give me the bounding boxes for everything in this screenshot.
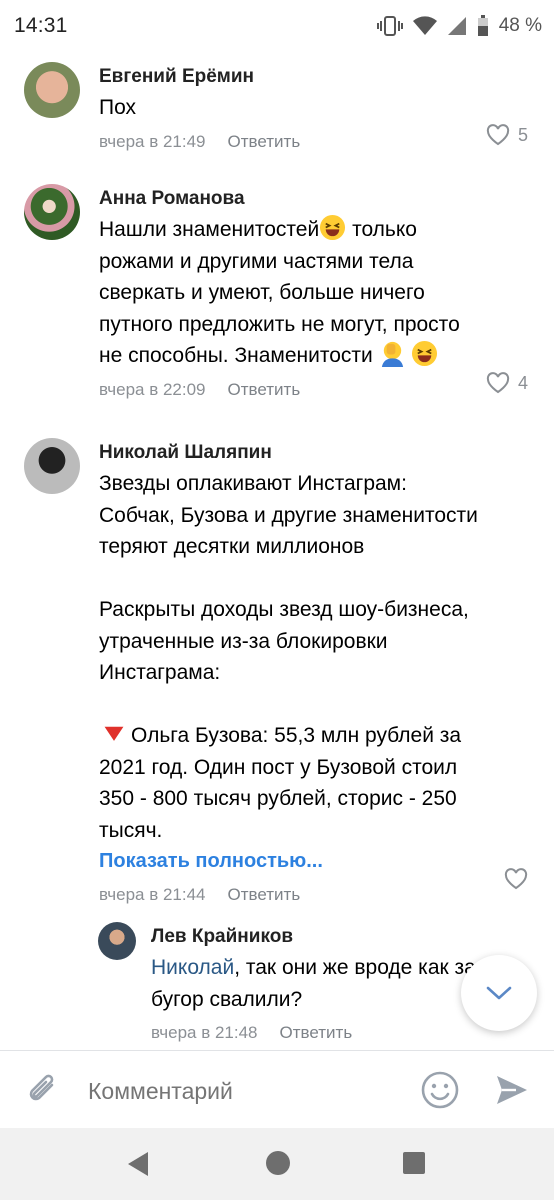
reply-button[interactable]: Ответить — [228, 380, 301, 400]
comment-body: Николай Шаляпин Звезды оплакивают Инстаг… — [99, 438, 538, 911]
comment-text-line: Пох — [99, 96, 137, 119]
comments-feed[interactable]: Евгений Ерёмин Пох вчера в 21:49 Ответит… — [0, 52, 554, 1050]
comment-text: Нашли знаменитостей только рожами и друг… — [99, 214, 538, 372]
reply-button[interactable]: Ответить — [280, 1023, 353, 1043]
send-button[interactable] — [494, 1072, 530, 1113]
comment-time: вчера в 21:49 — [99, 131, 206, 151]
comment-text: Пох — [99, 92, 538, 124]
like-button[interactable] — [504, 868, 528, 890]
battery-icon — [477, 15, 489, 37]
status-icons: 48 % — [376, 15, 542, 37]
back-icon — [128, 1152, 148, 1176]
like-count: 4 — [517, 372, 528, 393]
comment-composer — [0, 1050, 554, 1128]
comment-text-line: сверкать и умеют, больше ничего — [99, 281, 425, 304]
comment-text-line: утраченные из-за блокировки — [99, 629, 388, 653]
comment-text-line: тысяч. — [99, 818, 163, 842]
red-triangle-icon — [104, 726, 124, 741]
comment-text-line: Ольга Бузова: 55,3 млн рублей за — [131, 724, 462, 747]
reply-button[interactable]: Ответить — [228, 132, 301, 152]
comment-text-line — [99, 689, 538, 721]
comment-text-line — [99, 563, 538, 595]
comment: Николай Шаляпин Звезды оплакивают Инстаг… — [0, 438, 554, 908]
comment-text-line: Инстаграма: — [99, 661, 221, 684]
status-time: 14:31 — [14, 14, 68, 37]
wifi-icon — [412, 16, 437, 36]
like-count: 5 — [517, 124, 528, 145]
comment: Анна Романова Нашли знаменитостей только… — [0, 182, 554, 412]
scroll-down-button[interactable] — [461, 955, 537, 1031]
status-bar: 14:31 48 % — [0, 0, 554, 52]
comment-text-line: , так они же вроде как за — [234, 956, 476, 979]
comment-body: Евгений Ерёмин Пох вчера в 21:49 Ответит… — [99, 62, 538, 158]
show-more-link[interactable]: Показать полностью... — [99, 846, 538, 877]
comment-author[interactable]: Анна Романова — [99, 184, 538, 214]
vibrate-icon — [376, 15, 403, 37]
reply-button[interactable]: Ответить — [228, 885, 301, 905]
comment-author[interactable]: Лев Крайников — [151, 922, 538, 952]
heart-icon — [486, 372, 510, 394]
comment-meta: вчера в 21:49 Ответить — [99, 126, 538, 158]
comment-author[interactable]: Евгений Ерёмин — [99, 62, 538, 92]
comment-author[interactable]: Николай Шаляпин — [99, 438, 538, 468]
like-button[interactable]: 4 — [486, 372, 528, 394]
comment-meta: вчера в 21:44 Ответить — [99, 879, 538, 911]
comment-time: вчера в 21:48 — [151, 1023, 258, 1042]
laughing-emoji — [320, 214, 346, 241]
heart-icon — [504, 868, 528, 890]
battery-percent: 48 % — [498, 15, 542, 36]
comment: Евгений Ерёмин Пох вчера в 21:49 Ответит… — [0, 58, 554, 178]
comment-text-line: не способны. Знаменитости — [99, 344, 373, 367]
comment-text-line: 2021 год. Один пост у Бузовой стоил — [99, 755, 458, 779]
send-icon — [497, 1076, 527, 1104]
comment-body: Анна Романова Нашли знаменитостей только… — [99, 184, 538, 406]
home-button[interactable] — [266, 1151, 290, 1175]
smile-icon — [421, 1071, 459, 1109]
chevron-down-icon — [486, 986, 512, 1000]
comment-text-line: рожами и другими частями тела — [99, 249, 414, 273]
comment-text: Звезды оплакивают Инстаграм: Собчак, Буз… — [99, 468, 538, 846]
laughing-emoji — [412, 340, 438, 367]
system-nav-bar — [0, 1128, 554, 1200]
emoji-button[interactable] — [420, 1070, 460, 1115]
comment-input[interactable] — [88, 1071, 388, 1111]
avatar[interactable] — [24, 184, 80, 240]
comment-text-line: Раскрыты доходы звезд шоу-бизнеса, — [99, 598, 469, 621]
attach-button[interactable] — [24, 1071, 62, 1114]
comment-text-line: теряют десятки миллионов — [99, 535, 365, 558]
comment-text-line: Собчак, Бузова и другие знаменитости — [99, 503, 478, 527]
paperclip-icon — [29, 1074, 54, 1101]
comment-text-line: 350 - 800 тысяч рублей, сторис - 250 — [99, 787, 457, 810]
avatar[interactable] — [24, 438, 80, 494]
mention-link[interactable]: Николай — [151, 956, 234, 979]
back-button[interactable] — [127, 1151, 149, 1182]
comment-text-line: путного предложить не могут, просто — [99, 312, 460, 336]
comment-text-line: только — [352, 218, 417, 241]
comment-text-line: Звезды оплакивают Инстаграм: — [99, 472, 407, 495]
comment-meta: вчера в 22:09 Ответить — [99, 374, 538, 406]
recents-button[interactable] — [403, 1152, 425, 1174]
signal-icon — [447, 16, 467, 36]
comment-time: вчера в 22:09 — [99, 379, 206, 399]
comment-text-line: Нашли знаменитостей — [99, 218, 320, 241]
like-button[interactable]: 5 — [486, 124, 528, 146]
heart-icon — [486, 124, 510, 146]
facepalm-emoji — [381, 341, 403, 367]
comment-time: вчера в 21:44 — [99, 885, 206, 904]
avatar[interactable] — [24, 62, 80, 118]
avatar[interactable] — [98, 922, 136, 960]
